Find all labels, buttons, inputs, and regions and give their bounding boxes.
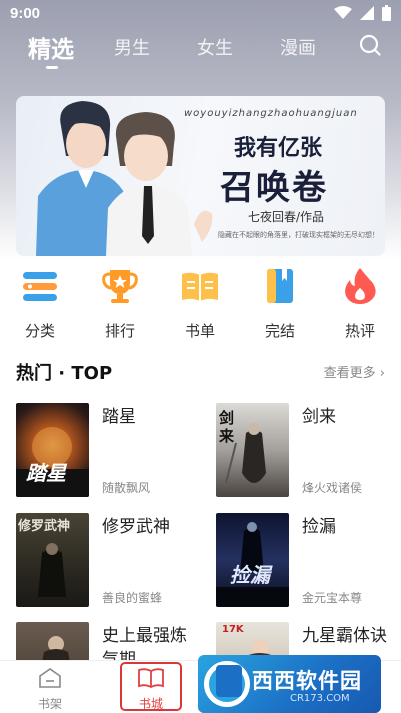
banner-pinyin: woyouyizhangzhaohuangjuan [184,108,358,119]
banner-author: 七夜回春/作品 [248,210,325,224]
finished-book-icon [267,269,293,303]
status-bar: 9:00 [0,0,401,28]
book-title: 九星霸体诀 [302,626,387,646]
category-label: 排行 [104,322,135,340]
highlight-box [120,662,182,711]
category-label: 书单 [184,322,215,340]
watermark-url: CR173.COM [290,693,350,704]
book-author: 善良的蜜蜂 [102,591,163,605]
category-button-ranking[interactable]: 排行 [90,266,150,341]
tab-featured[interactable]: 精选 [28,30,74,64]
chevron-right-icon: › [379,366,385,381]
active-tab-indicator [46,66,58,69]
cover-title: 踏星 [26,461,66,485]
category-label: 热评 [344,322,375,340]
book-card[interactable]: 踏星 踏星 随散飘风 [16,403,196,499]
status-icons [334,5,391,21]
book-cover: 剑来 [216,403,289,497]
cover-title: 捡漏 [230,563,270,587]
category-shortcuts: 分类 排行 书单 完结 热评 [0,266,401,340]
watermark-name: 西西软件园 [252,669,362,693]
app-screen: 9:00 精选 男生 女生 漫画 woyouyizhangzhaohuangju… [0,0,401,713]
book-card[interactable]: 捡漏 捡漏 金元宝本尊 [216,513,396,609]
book-cover: 修罗武神 [16,513,89,607]
banner-description: 隐藏在不起眼的角落里，打破现实框架的无尽幻想！ [218,231,379,239]
cover-title: 剑来 [219,409,235,445]
section-title: 热门 · TOP [16,363,113,384]
book-cover: 踏星 [16,403,89,497]
watermark-logo: 西西软件园 CR173.COM [198,655,381,713]
status-time: 9:00 [10,5,41,22]
book-author: 随散飘风 [102,481,151,495]
battery-icon [382,5,391,21]
book-author: 烽火戏诸侯 [302,481,363,495]
category-button-classify[interactable]: 分类 [10,266,70,341]
banner-title-line2: 召唤卷 [220,168,328,208]
promo-banner[interactable]: woyouyizhangzhaohuangjuan 我有亿张 召唤卷 七夜回春/… [16,96,385,256]
book-title: 剑来 [302,407,336,427]
category-label: 完结 [264,322,295,340]
book-card[interactable]: 剑来 剑来 烽火戏诸侯 [216,403,396,499]
category-button-finished[interactable]: 完结 [250,266,310,341]
category-button-hot-reviews[interactable]: 热评 [330,266,390,341]
view-more-label: 查看更多 [323,366,376,381]
search-icon[interactable] [359,34,381,56]
category-button-booklist[interactable]: 书单 [170,266,230,341]
tab-male[interactable]: 男生 [114,34,150,60]
tab-female[interactable]: 女生 [197,34,233,60]
book-author: 金元宝本尊 [302,591,363,605]
view-more-link[interactable]: 查看更多 › [324,362,385,381]
cover-title: 修罗武神 [18,519,71,534]
flame-icon [345,268,376,304]
book-cover: 捡漏 [216,513,289,607]
signal-icon [360,6,374,20]
category-label: 分类 [24,322,55,340]
home-icon [39,668,61,688]
banner-characters-illustration [36,101,213,256]
banner-title-line1: 我有亿张 [234,136,323,161]
trophy-icon [102,270,138,303]
nav-label: 书架 [37,697,62,711]
tab-comics[interactable]: 漫画 [280,34,316,60]
book-title: 捡漏 [302,517,336,537]
list-icon [23,272,57,301]
book-card[interactable]: 修罗武神 修罗武神 善良的蜜蜂 [16,513,196,609]
book-title: 修罗武神 [102,517,170,537]
open-book-icon [182,272,218,301]
book-title: 踏星 [102,407,136,427]
wifi-icon [334,6,352,19]
channel-tabs: 精选 男生 女生 漫画 [0,30,401,70]
watermark-logo-c [216,665,242,697]
nav-bookshelf[interactable]: 书架 [20,661,80,713]
